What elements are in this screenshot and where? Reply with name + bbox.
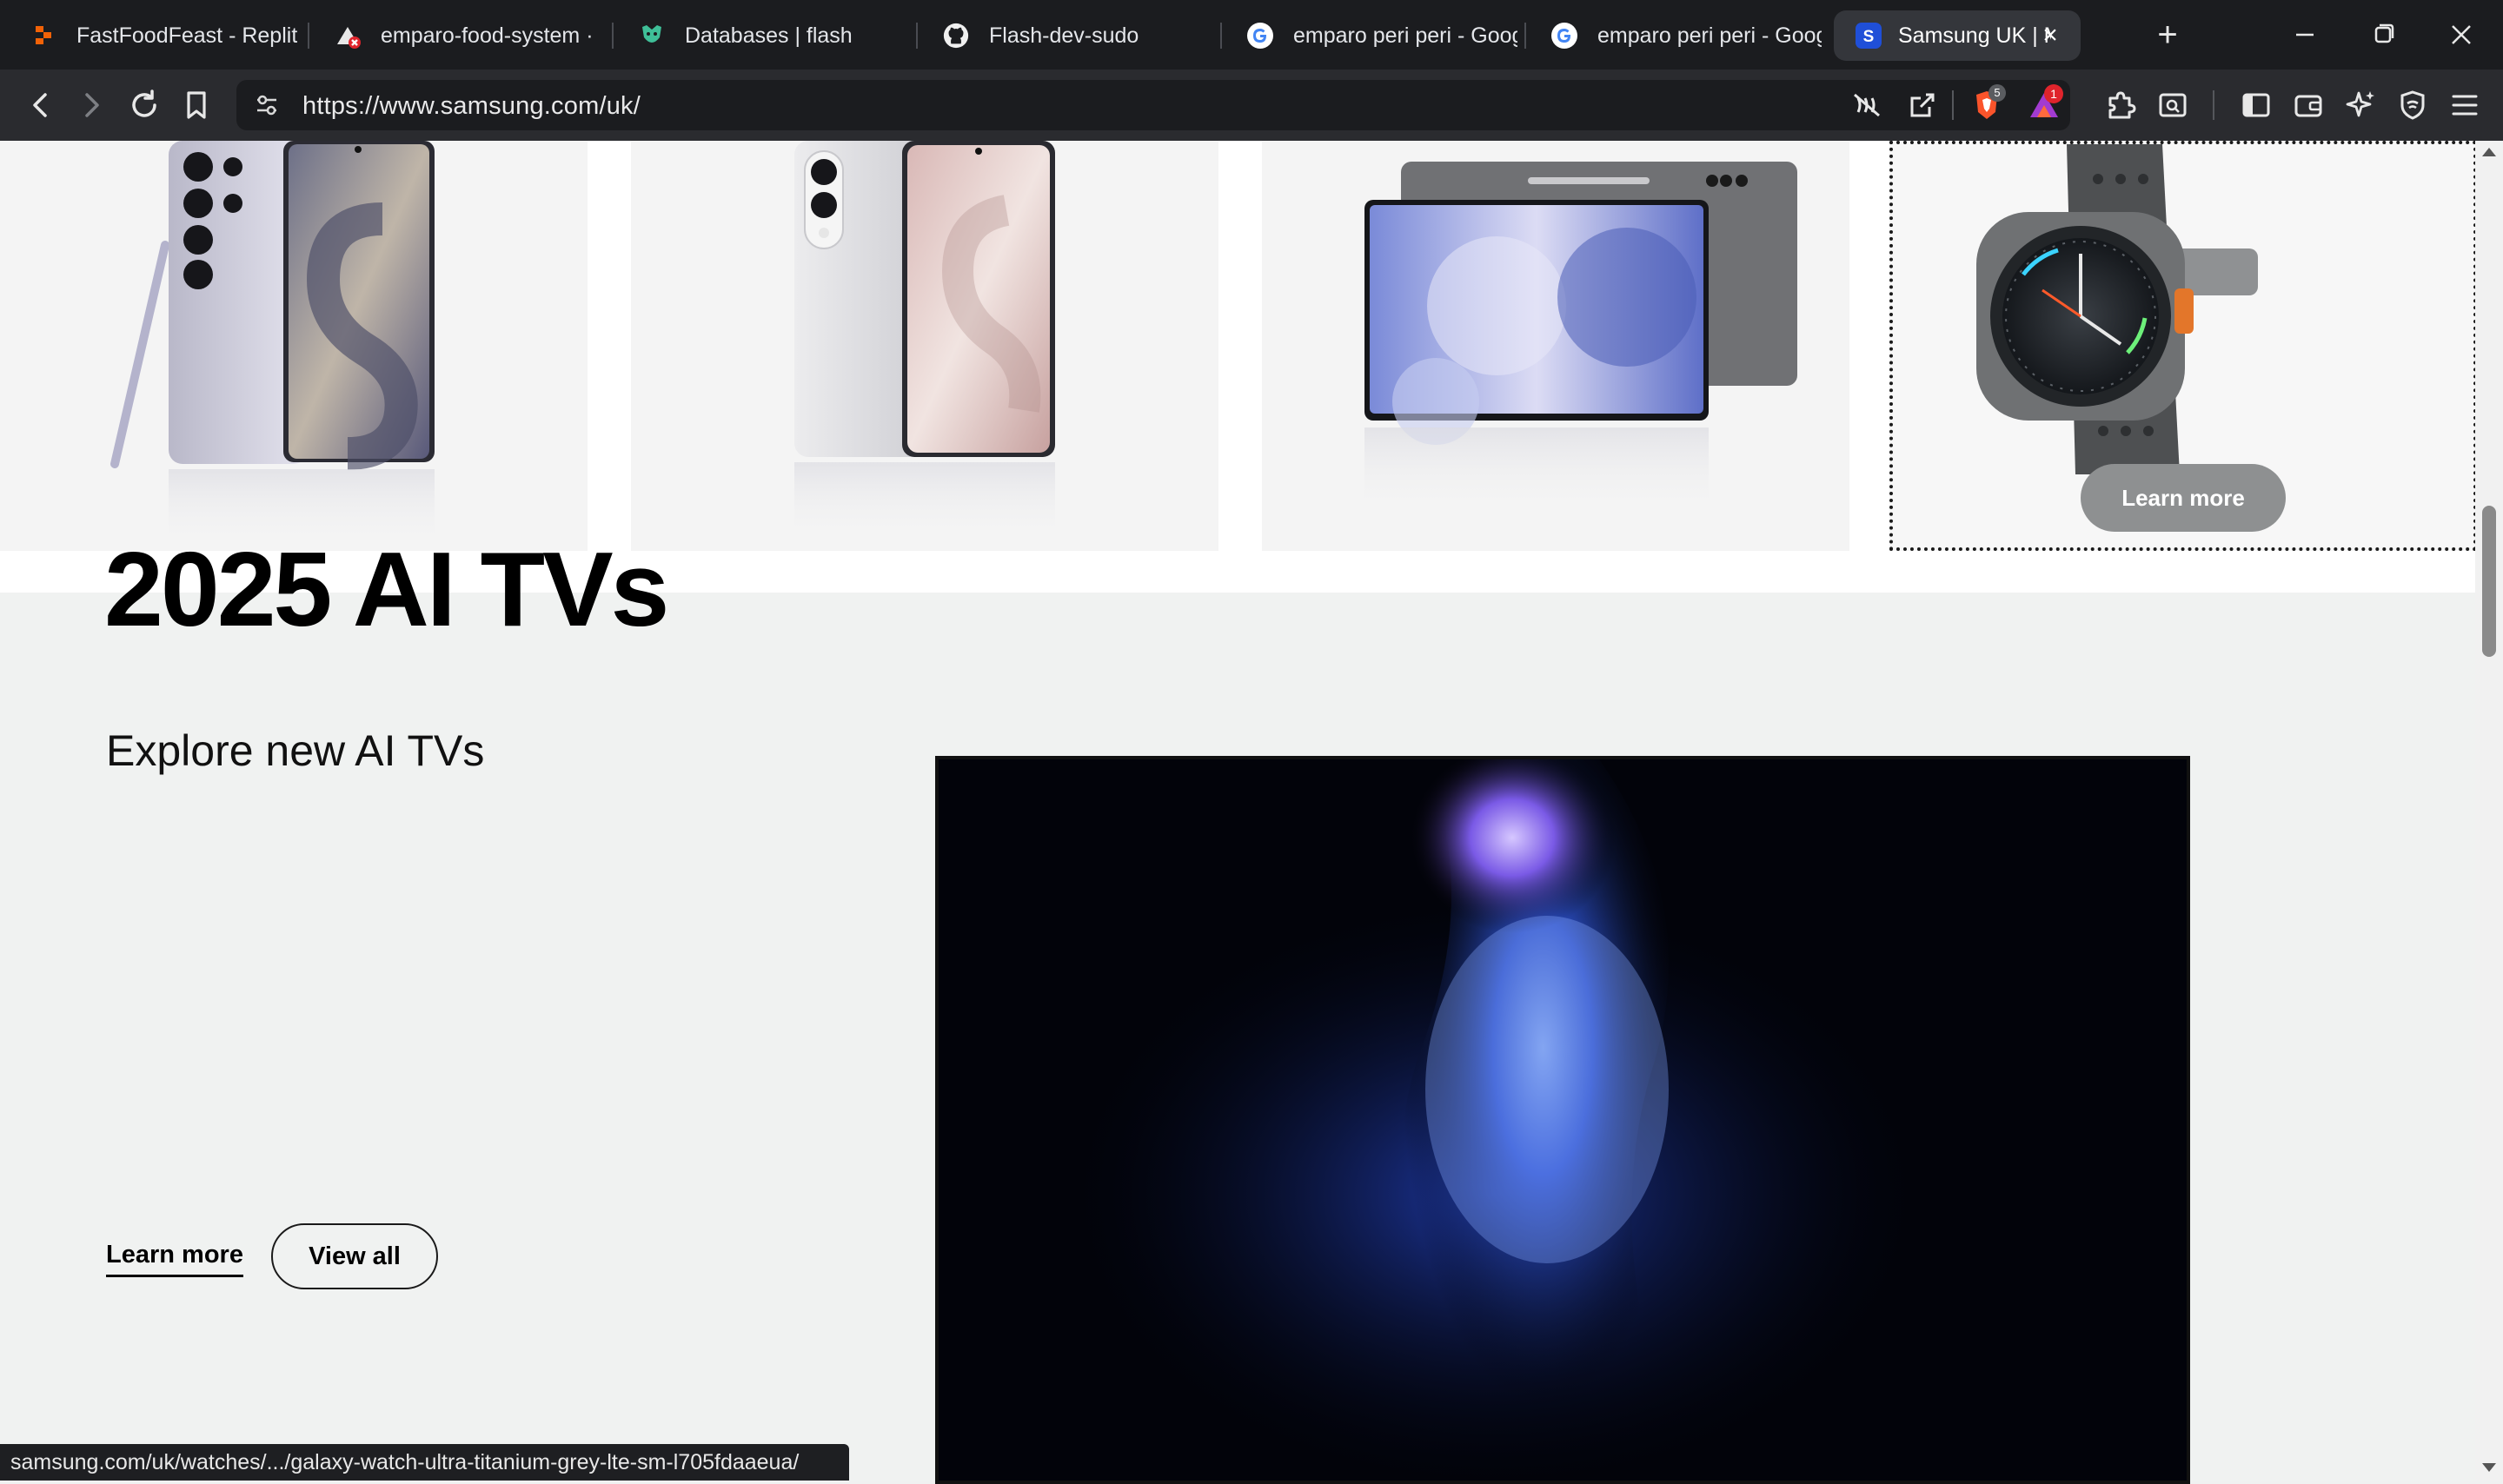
back-button[interactable] xyxy=(19,84,61,126)
database-icon xyxy=(638,22,666,50)
vercel-error-icon xyxy=(334,22,362,50)
tab-emparo-food-system[interactable]: emparo-food-system · xyxy=(309,10,605,61)
vpn-shield-icon[interactable] xyxy=(2392,84,2433,126)
scroll-down-arrow[interactable] xyxy=(2482,1463,2496,1472)
address-bar[interactable]: https://www.samsung.com/uk/ xyxy=(236,80,2070,130)
minimize-button[interactable] xyxy=(2279,16,2331,54)
replit-icon xyxy=(30,22,57,50)
page-scrollbar[interactable] xyxy=(2475,141,2503,1481)
extensions-icon[interactable] xyxy=(2100,84,2141,126)
shields-count-badge: 5 xyxy=(1988,84,2006,102)
google-icon xyxy=(1246,22,1274,50)
product-card-phone-with-s-pen[interactable] xyxy=(0,141,588,551)
url-text: https://www.samsung.com/uk/ xyxy=(302,92,641,120)
forward-button[interactable] xyxy=(71,84,113,126)
tv-screen-artwork xyxy=(939,759,2187,1481)
google-icon xyxy=(1550,22,1578,50)
brave-rewards-icon[interactable]: 1 xyxy=(2023,84,2065,126)
tab-flash-dev-sudo[interactable]: Flash-dev-sudo xyxy=(918,10,1213,61)
tv-learn-more-link[interactable]: Learn more xyxy=(106,1241,243,1277)
tab-label: Flash-dev-sudo xyxy=(989,23,1139,48)
tab-label: FastFoodFeast - Replit xyxy=(76,23,298,48)
tv-section-subtitle: Explore new AI TVs xyxy=(106,726,485,775)
github-icon xyxy=(942,22,970,50)
tab-google-search-2[interactable]: emparo peri peri - Goog xyxy=(1526,10,1822,61)
tablet-image xyxy=(1364,162,1797,514)
product-card-slim-phone[interactable] xyxy=(631,141,1218,551)
product-card-tablet[interactable] xyxy=(1262,141,1849,551)
tab-label: emparo-food-system · xyxy=(381,23,594,48)
slim-phone-image xyxy=(794,141,1055,540)
tab-label: emparo peri peri - Goog xyxy=(1293,23,1517,48)
tab-strip: FastFoodFeast - Replit emparo-food-syste… xyxy=(0,0,2503,70)
samsung-icon: S xyxy=(1855,22,1882,50)
brave-shields-icon[interactable]: 5 xyxy=(1966,84,2008,126)
tab-label: emparo peri peri - Goog xyxy=(1597,23,1822,48)
tab-label: Databases | flash xyxy=(685,23,853,48)
tv-view-all-button[interactable]: View all xyxy=(271,1223,438,1289)
tab-samsung-uk[interactable]: S Samsung UK | Mob × xyxy=(1834,10,2081,61)
scroll-up-arrow[interactable] xyxy=(2482,148,2496,156)
close-window-button[interactable] xyxy=(2435,16,2487,54)
sidebar-toggle-icon[interactable] xyxy=(2235,84,2277,126)
tab-label: Samsung UK | Mob xyxy=(1898,23,2051,48)
phone-with-s-pen-image xyxy=(110,141,435,547)
rewards-count-badge: 1 xyxy=(2044,84,2063,103)
menu-icon[interactable] xyxy=(2444,84,2486,126)
restore-button[interactable] xyxy=(2357,16,2409,54)
site-settings-icon[interactable] xyxy=(252,90,282,124)
tab-fastfoodfeast[interactable]: FastFoodFeast - Replit xyxy=(5,10,301,61)
page-search-icon[interactable] xyxy=(2152,84,2194,126)
share-icon[interactable] xyxy=(1902,84,1943,126)
tab-databases[interactable]: Databases | flash xyxy=(614,10,909,61)
link-status-bar: samsung.com/uk/watches/.../galaxy-watch-… xyxy=(0,1444,850,1481)
toolbar-divider xyxy=(1952,90,1954,120)
browser-toolbar: https://www.samsung.com/uk/ 5 1 xyxy=(0,70,2503,141)
tv-section-title: 2025 AI TVs xyxy=(104,530,669,648)
leo-ai-icon[interactable] xyxy=(2340,84,2381,126)
watch-learn-more-button[interactable]: Learn more xyxy=(2081,464,2286,532)
svg-text:S: S xyxy=(1863,28,1875,46)
wallet-icon[interactable] xyxy=(2287,84,2329,126)
reload-button[interactable] xyxy=(123,84,165,126)
tv-hero-video[interactable] xyxy=(935,756,2190,1484)
new-tab-button[interactable]: + xyxy=(2150,12,2185,57)
bookmark-button[interactable] xyxy=(176,84,217,126)
reader-mode-off-icon[interactable] xyxy=(1846,84,1888,126)
close-tab-icon[interactable]: × xyxy=(2037,23,2063,49)
toolbar-divider xyxy=(2213,90,2214,120)
tab-google-search-1[interactable]: emparo peri peri - Goog xyxy=(1222,10,1517,61)
scroll-thumb[interactable] xyxy=(2482,506,2496,657)
